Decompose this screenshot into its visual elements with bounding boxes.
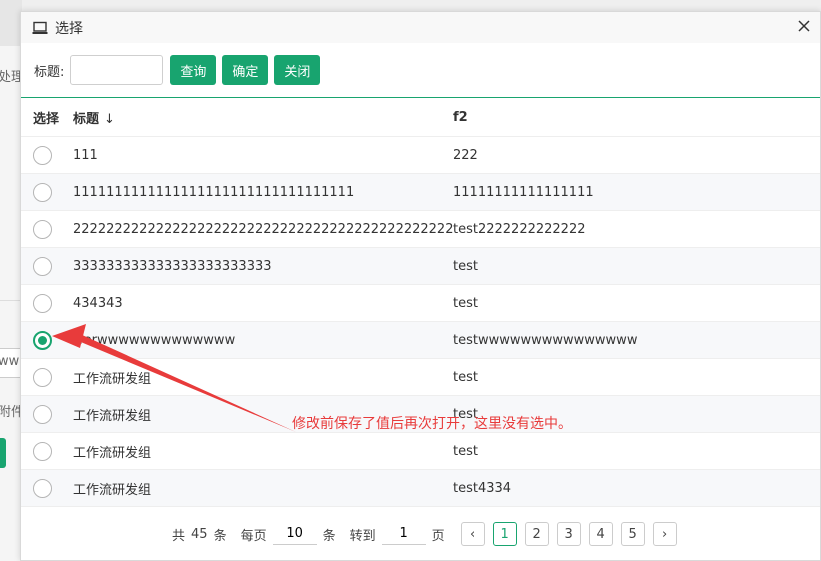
pagination: 共 45 条 每页 条 转到 页 ‹ 12345 › — [21, 520, 820, 548]
row-select-cell — [21, 478, 73, 498]
table-row[interactable]: 111 222 — [21, 137, 820, 174]
row-select-cell — [21, 330, 73, 350]
row-f2: test — [453, 295, 478, 311]
title-filter-label: 标题: — [34, 64, 65, 80]
row-title: 1111111111111111111111111111111111 — [73, 184, 355, 200]
title-filter-input[interactable] — [70, 55, 164, 85]
background-top-bar — [0, 0, 22, 46]
row-f2: test — [453, 369, 478, 385]
header-title-label: 标题 — [73, 112, 100, 127]
row-title: 工作流研发组 — [73, 371, 152, 387]
background-text-2: ww — [0, 354, 20, 369]
row-select-cell — [21, 404, 73, 424]
query-button[interactable]: 查询 — [170, 55, 217, 85]
page-button[interactable]: 4 — [588, 522, 613, 546]
row-f2: test — [453, 258, 478, 274]
row-radio[interactable] — [33, 182, 52, 202]
row-f2: test — [453, 443, 478, 459]
row-title: 434343 — [73, 295, 123, 311]
row-radio[interactable] — [33, 367, 52, 387]
total-count: 45 — [191, 526, 208, 542]
row-select-cell — [21, 219, 73, 239]
goto-prefix: 转到 — [349, 528, 376, 544]
per-page-prefix: 每页 — [240, 528, 267, 544]
row-radio[interactable] — [33, 256, 52, 276]
row-select-cell — [21, 293, 73, 313]
close-icon[interactable] — [796, 18, 812, 34]
page-button[interactable]: 5 — [620, 522, 645, 546]
row-select-cell — [21, 182, 73, 202]
row-title: 2222222222222222222222222222222222222222… — [73, 221, 453, 237]
per-page-input[interactable] — [272, 523, 317, 545]
table-body: 111 222 1111111111111111111111111111111111… — [21, 137, 820, 507]
goto-suffix: 页 — [431, 528, 445, 544]
background-strip: 处理 ww 附件 — [0, 0, 24, 561]
page-button[interactable]: 1 — [492, 522, 517, 546]
header-f2: f2 — [453, 110, 468, 125]
table-row[interactable]: 工作流研发组 test4334 — [21, 470, 820, 507]
table-row[interactable]: 1111111111111111111111111111111111 111111… — [21, 174, 820, 211]
row-title: werwwwwwwwwwwwww — [73, 332, 236, 348]
select-dialog: 选择 标题: 查询 确定 关闭 选择 标题 ↓ f2 111 222 11111111… — [20, 11, 821, 561]
row-select-cell — [21, 441, 73, 461]
table-row[interactable]: 2222222222222222222222222222222222222222… — [21, 211, 820, 248]
prev-page-button[interactable]: ‹ — [460, 522, 485, 546]
per-page-suffix: 条 — [322, 528, 336, 544]
row-radio[interactable] — [33, 441, 52, 461]
row-f2: test2222222222222 — [453, 221, 586, 237]
row-select-cell — [21, 145, 73, 165]
row-radio[interactable] — [33, 145, 52, 165]
row-title: 111 — [73, 147, 98, 163]
row-f2: testwwwwwwwwwwwwwww — [453, 332, 638, 348]
goto-page-input[interactable] — [381, 523, 426, 545]
selection-table: 选择 标题 ↓ f2 111 222 111111111111111111111111… — [21, 99, 820, 507]
header-title[interactable]: 标题 ↓ — [73, 108, 453, 127]
next-page-button[interactable]: › — [652, 522, 677, 546]
row-select-cell — [21, 367, 73, 387]
row-radio[interactable] — [33, 219, 52, 239]
row-radio[interactable] — [33, 478, 52, 498]
row-radio[interactable] — [33, 293, 52, 313]
total-suffix: 条 — [213, 528, 227, 544]
table-row[interactable]: 工作流研发组 test — [21, 359, 820, 396]
confirm-button[interactable]: 确定 — [222, 55, 269, 85]
row-radio[interactable] — [33, 330, 52, 350]
row-title: 333333333333333333333333 — [73, 258, 272, 274]
table-row[interactable]: 工作流研发组 test — [21, 433, 820, 470]
row-f2: 11111111111111111 — [453, 184, 594, 200]
row-radio[interactable] — [33, 404, 52, 424]
table-row[interactable]: werwwwwwwwwwwwww testwwwwwwwwwwwwwww — [21, 322, 820, 359]
table-row[interactable]: 333333333333333333333333 test — [21, 248, 820, 285]
laptop-icon — [32, 21, 48, 34]
page-button[interactable]: 2 — [524, 522, 549, 546]
row-title: 工作流研发组 — [73, 445, 152, 461]
table-row[interactable]: 434343 test — [21, 285, 820, 322]
background-green-button — [0, 438, 6, 468]
search-toolbar: 标题: 查询 确定 关闭 — [21, 43, 820, 98]
background-divider — [0, 300, 22, 301]
dialog-title: 选择 — [55, 20, 83, 37]
annotation-text: 修改前保存了值后再次打开，这里没有选中。 — [292, 416, 572, 432]
row-select-cell — [21, 256, 73, 276]
row-f2: 222 — [453, 147, 478, 163]
sort-arrow-icon[interactable]: ↓ — [104, 112, 115, 127]
dialog-header: 选择 — [21, 12, 820, 43]
close-button[interactable]: 关闭 — [274, 55, 321, 85]
total-prefix: 共 — [172, 528, 186, 544]
table-header: 选择 标题 ↓ f2 — [21, 99, 820, 137]
header-select: 选择 — [33, 112, 60, 127]
page-button[interactable]: 3 — [556, 522, 581, 546]
row-f2: test4334 — [453, 480, 512, 496]
page-buttons: 12345 — [492, 522, 653, 546]
row-title: 工作流研发组 — [73, 482, 152, 498]
